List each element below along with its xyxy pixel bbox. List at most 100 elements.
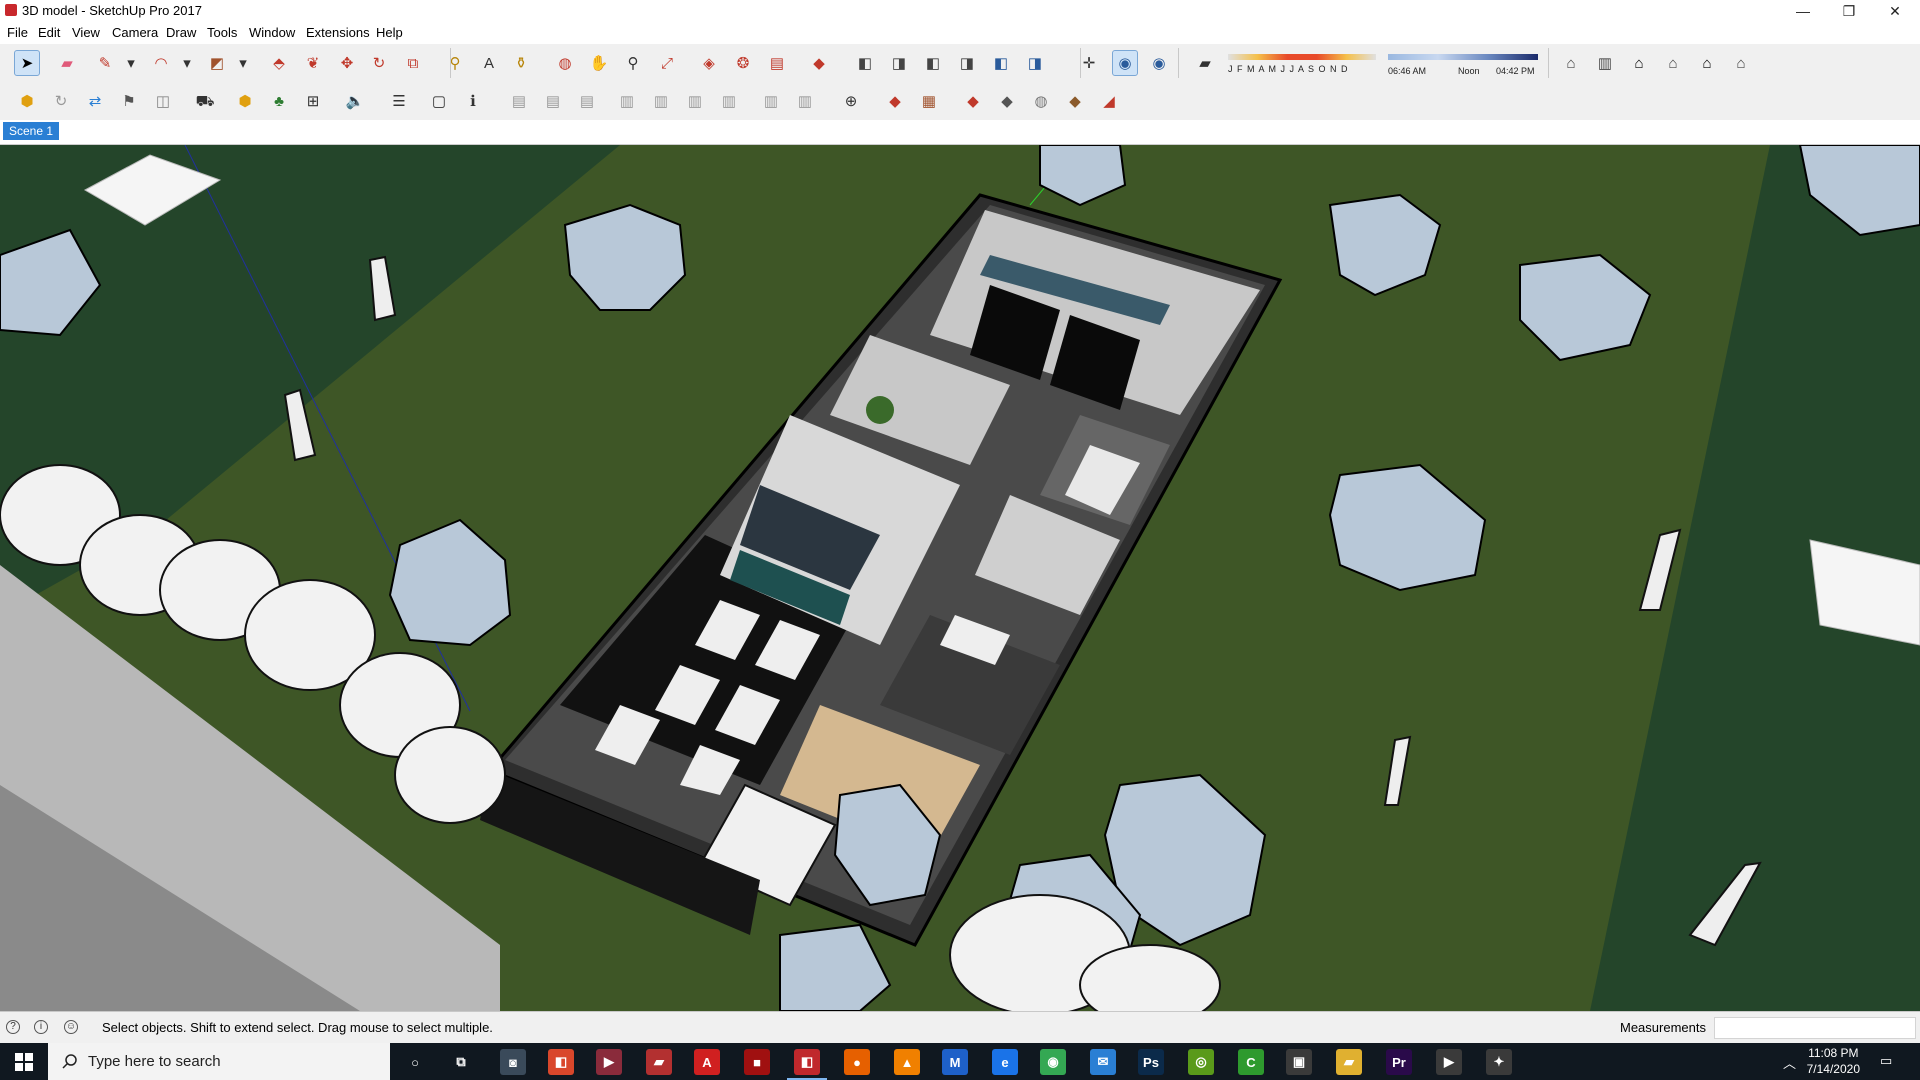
camera-position-icon[interactable]: ⚑ bbox=[116, 88, 142, 114]
text-icon[interactable]: A bbox=[476, 50, 502, 76]
menu-window[interactable]: Window bbox=[249, 25, 295, 40]
sandbox-icon[interactable]: ⛟ bbox=[192, 88, 218, 114]
credits-status-icon[interactable]: i bbox=[34, 1020, 48, 1034]
object-4-icon[interactable]: ◆ bbox=[1062, 88, 1088, 114]
house-outline-icon[interactable]: ⌂ bbox=[1694, 50, 1720, 76]
eraser-icon[interactable]: ▰ bbox=[54, 50, 80, 76]
taskbar-search[interactable]: Type here to search bbox=[48, 1043, 390, 1080]
object-3-icon[interactable]: ◍ bbox=[1028, 88, 1054, 114]
refresh-icon[interactable]: ↻ bbox=[48, 88, 74, 114]
pan-icon[interactable]: ✋ bbox=[586, 50, 612, 76]
globe-icon[interactable]: ⊕ bbox=[838, 88, 864, 114]
store-icon[interactable]: ▣ bbox=[1286, 1049, 1312, 1075]
layout-3-icon[interactable]: ▥ bbox=[682, 88, 708, 114]
cortana-icon[interactable]: ○ bbox=[402, 1049, 428, 1075]
home-icon[interactable]: ⌂ bbox=[1626, 50, 1652, 76]
component-icon[interactable]: ◈ bbox=[696, 50, 722, 76]
video-app-icon[interactable]: ▶ bbox=[1436, 1049, 1462, 1075]
camera-app-icon[interactable]: ◙ bbox=[500, 1049, 526, 1075]
camtasia-icon[interactable]: C bbox=[1238, 1049, 1264, 1075]
camera-views-icon[interactable]: ⌂ bbox=[1558, 50, 1584, 76]
geo-status-icon[interactable]: ? bbox=[6, 1020, 20, 1034]
task-view-icon[interactable]: ⧉ bbox=[448, 1049, 474, 1075]
app-bird-icon[interactable]: ✦ bbox=[1486, 1049, 1512, 1075]
view-right-icon[interactable]: ◨ bbox=[954, 50, 980, 76]
model-viewport[interactable] bbox=[0, 145, 1920, 1011]
section-icon[interactable]: ▥ bbox=[1592, 50, 1618, 76]
layout-2-icon[interactable]: ▥ bbox=[648, 88, 674, 114]
file-explorer-icon[interactable]: ▰ bbox=[1336, 1049, 1362, 1075]
settings-sliders-icon[interactable]: ☰ bbox=[386, 88, 412, 114]
doc-text-icon[interactable]: ▤ bbox=[506, 88, 532, 114]
close-button[interactable]: ✕ bbox=[1872, 0, 1918, 22]
menu-edit[interactable]: Edit bbox=[38, 25, 60, 40]
dialog-icon[interactable]: ▢ bbox=[426, 88, 452, 114]
dropdown-icon[interactable]: ▾ bbox=[230, 50, 256, 76]
mail-icon[interactable]: ✉ bbox=[1090, 1049, 1116, 1075]
acrobat-icon[interactable]: A bbox=[694, 1049, 720, 1075]
paint-bucket-icon[interactable]: ⚱ bbox=[508, 50, 534, 76]
menu-view[interactable]: View bbox=[72, 25, 100, 40]
measurements-input[interactable] bbox=[1714, 1017, 1916, 1039]
add-location-icon[interactable]: ⬢ bbox=[232, 88, 258, 114]
view-top-icon[interactable]: ◨ bbox=[886, 50, 912, 76]
tray-chevron-icon[interactable]: ︿ bbox=[1783, 1053, 1796, 1072]
photoshop-icon[interactable]: Ps bbox=[1138, 1049, 1164, 1075]
rectangle-icon[interactable]: ◩ bbox=[204, 50, 230, 76]
menu-tools[interactable]: Tools bbox=[207, 25, 237, 40]
nvidia-icon[interactable]: ◎ bbox=[1188, 1049, 1214, 1075]
menu-help[interactable]: Help bbox=[376, 25, 403, 40]
object-1-icon[interactable]: ◆ bbox=[960, 88, 986, 114]
warehouse-icon[interactable]: ❂ bbox=[730, 50, 756, 76]
import-icon[interactable]: ⇄ bbox=[82, 88, 108, 114]
maximize-button[interactable]: ❐ bbox=[1826, 0, 1872, 22]
sketchup-icon[interactable]: ◧ bbox=[794, 1049, 820, 1075]
tape-measure-icon[interactable]: ⚲ bbox=[442, 50, 468, 76]
view-back-icon[interactable]: ◧ bbox=[988, 50, 1014, 76]
doc-exe-icon[interactable]: ▤ bbox=[540, 88, 566, 114]
layout-5-icon[interactable]: ▥ bbox=[758, 88, 784, 114]
orbit-icon[interactable]: ◍ bbox=[552, 50, 578, 76]
tree-icon[interactable]: ♣ bbox=[266, 88, 292, 114]
dropdown-icon[interactable]: ▾ bbox=[174, 50, 200, 76]
doc-web-icon[interactable]: ▤ bbox=[574, 88, 600, 114]
object-5-icon[interactable]: ◢ bbox=[1096, 88, 1122, 114]
view-left-icon[interactable]: ◨ bbox=[1022, 50, 1048, 76]
move-icon[interactable]: ✥ bbox=[334, 50, 360, 76]
menu-draw[interactable]: Draw bbox=[166, 25, 196, 40]
taskbar-clock[interactable]: 11:08 PM 7/14/2020 bbox=[1807, 1045, 1860, 1077]
notification-icon[interactable]: ▭ bbox=[1880, 1053, 1892, 1069]
menu-file[interactable]: File bbox=[7, 25, 28, 40]
shadow-settings-icon[interactable]: ▰ bbox=[1192, 50, 1218, 76]
zoom-icon[interactable]: ⚲ bbox=[620, 50, 646, 76]
photo-icon[interactable]: ◫ bbox=[150, 88, 176, 114]
scene-tab-1[interactable]: Scene 1 bbox=[3, 122, 60, 140]
vlc-icon[interactable]: ▲ bbox=[894, 1049, 920, 1075]
chrome-icon[interactable]: ◉ bbox=[1040, 1049, 1066, 1075]
sound-icon[interactable]: 🔈 bbox=[342, 88, 368, 114]
menu-extensions[interactable]: Extensions bbox=[306, 25, 370, 40]
start-button[interactable] bbox=[0, 1043, 48, 1080]
fog-toggle-icon[interactable]: ◉ bbox=[1146, 50, 1172, 76]
menu-camera[interactable]: Camera bbox=[112, 25, 158, 40]
extension-warehouse-icon[interactable]: ⬢ bbox=[14, 88, 40, 114]
shadows-toggle-icon[interactable]: ◉ bbox=[1112, 50, 1138, 76]
folder-red-icon[interactable]: ▰ bbox=[646, 1049, 672, 1075]
geo-icon[interactable]: ⊞ bbox=[300, 88, 326, 114]
user-status-icon[interactable]: ☺ bbox=[64, 1020, 78, 1034]
house-front-icon[interactable]: ⌂ bbox=[1660, 50, 1686, 76]
app-red-2-icon[interactable]: ■ bbox=[744, 1049, 770, 1075]
scale-icon[interactable]: ⧉ bbox=[400, 50, 426, 76]
view-iso-icon[interactable]: ◧ bbox=[852, 50, 878, 76]
select-icon[interactable]: ➤ bbox=[14, 50, 40, 76]
app-red-1-icon[interactable]: ◧ bbox=[548, 1049, 574, 1075]
follow-me-icon[interactable]: ❦ bbox=[300, 50, 326, 76]
shadow-time-scale[interactable]: 06:46 AM Noon 04:42 PM bbox=[1388, 52, 1538, 80]
edge-icon[interactable]: e bbox=[992, 1049, 1018, 1075]
info-icon[interactable]: ℹ bbox=[460, 88, 486, 114]
rotate-icon[interactable]: ↻ bbox=[366, 50, 392, 76]
paint-red-icon[interactable]: ◆ bbox=[882, 88, 908, 114]
pencil-line-icon[interactable]: ✎ bbox=[92, 50, 118, 76]
view-front-icon[interactable]: ◧ bbox=[920, 50, 946, 76]
object-2-icon[interactable]: ◆ bbox=[994, 88, 1020, 114]
